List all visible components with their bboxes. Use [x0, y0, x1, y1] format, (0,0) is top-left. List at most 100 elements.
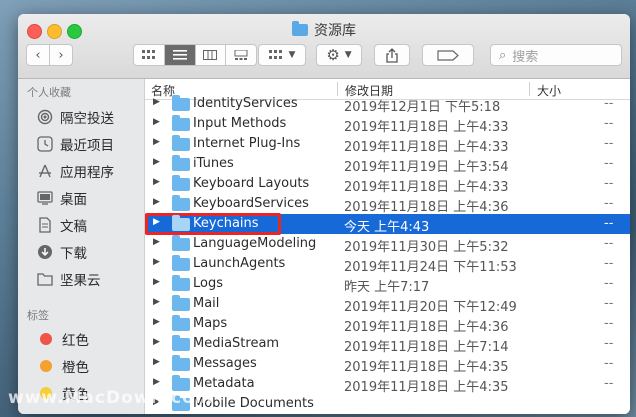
file-date: 2019年11月19日 上午3:54	[344, 160, 509, 175]
sidebar-item-label: 文稿	[60, 219, 87, 235]
folder-icon	[36, 270, 54, 288]
favorites-heading: 个人收藏	[27, 86, 71, 99]
folder-icon	[172, 215, 190, 231]
chevron-down-icon: ▼	[344, 50, 352, 60]
file-row[interactable]: ▶ IdentityServices 2019年12月1日 下午5:18 --	[145, 94, 630, 115]
disclosure-triangle-icon[interactable]: ▶	[153, 337, 160, 347]
gallery-view-button[interactable]	[226, 45, 256, 65]
disclosure-triangle-icon[interactable]: ▶	[153, 377, 160, 387]
title-bar: 资源库 ‹ › ▼ ⚙ ▼ ⌕ 搜索	[18, 14, 630, 79]
file-row[interactable]: ▶ LanguageModeling 2019年11月30日 上午5:32 --	[145, 234, 630, 255]
file-size: --	[604, 236, 614, 251]
sidebar-item-label: 最近项目	[60, 138, 114, 154]
sidebar-item-applications[interactable]: 应用程序	[36, 160, 114, 182]
file-row[interactable]: ▶ Logs 昨天 上午7:17 --	[145, 274, 630, 295]
sidebar-item-label: 下载	[60, 246, 87, 262]
disclosure-triangle-icon[interactable]: ▶	[153, 117, 160, 127]
file-row[interactable]: ▶ Metadata 2019年11月18日 上午4:35 --	[145, 374, 630, 395]
file-row[interactable]: ▶ iTunes 2019年11月19日 上午3:54 --	[145, 154, 630, 175]
group-grid-icon	[268, 50, 282, 59]
disclosure-triangle-icon[interactable]: ▶	[153, 97, 160, 107]
disclosure-triangle-icon[interactable]: ▶	[153, 317, 160, 327]
sidebar-tag-orange[interactable]: 橙色	[36, 355, 89, 377]
file-row[interactable]: ▶ LaunchAgents 2019年11月24日 下午11:53 --	[145, 254, 630, 275]
tag-button[interactable]	[422, 44, 474, 66]
sidebar-tag-red[interactable]: 红色	[36, 328, 89, 350]
file-name: iTunes	[193, 156, 234, 171]
sidebar-item-airdrop[interactable]: 隔空投送	[36, 106, 114, 128]
share-icon	[386, 47, 398, 63]
file-row[interactable]: ▶ Messages 2019年11月18日 上午4:35 --	[145, 354, 630, 375]
file-date: 2019年11月18日 上午4:33	[344, 120, 509, 135]
disclosure-triangle-icon[interactable]: ▶	[153, 277, 160, 287]
folder-icon	[172, 135, 190, 151]
disclosure-triangle-icon[interactable]: ▶	[153, 257, 160, 267]
view-mode-group	[133, 44, 257, 66]
icon-view-button[interactable]	[134, 45, 165, 65]
file-name: IdentityServices	[193, 96, 298, 111]
file-size: --	[604, 336, 614, 351]
list-lines-icon	[172, 50, 187, 60]
file-row[interactable]: ▶ Input Methods 2019年11月18日 上午4:33 --	[145, 114, 630, 135]
sidebar-item-downloads[interactable]: 下载	[36, 241, 87, 263]
file-date: 2019年11月18日 上午4:33	[344, 180, 509, 195]
file-name: LanguageModeling	[193, 236, 317, 251]
tags-heading: 标签	[27, 309, 49, 322]
file-size: --	[604, 176, 614, 191]
sidebar-item-nutstore[interactable]: 坚果云	[36, 268, 101, 290]
chevron-right-icon: ›	[58, 47, 64, 63]
search-placeholder: 搜索	[512, 49, 539, 65]
file-row[interactable]: ▶ Mail 2019年11月20日 下午12:49 --	[145, 294, 630, 315]
sidebar-item-label: 应用程序	[60, 165, 114, 181]
arrange-button[interactable]: ▼	[258, 44, 306, 66]
search-icon: ⌕	[499, 47, 507, 63]
sidebar-item-label: 坚果云	[60, 273, 101, 289]
disclosure-triangle-icon[interactable]: ▶	[153, 217, 160, 227]
file-size: --	[604, 136, 614, 151]
disclosure-triangle-icon[interactable]: ▶	[153, 297, 160, 307]
column-view-button[interactable]	[196, 45, 227, 65]
forward-button[interactable]: ›	[49, 44, 73, 66]
file-row[interactable]: ▶ MediaStream 2019年11月18日 上午7:14 --	[145, 334, 630, 355]
file-name: Keyboard Layouts	[193, 176, 310, 191]
disclosure-triangle-icon[interactable]: ▶	[153, 237, 160, 247]
sidebar-item-recents[interactable]: 最近项目	[36, 133, 114, 155]
disclosure-triangle-icon[interactable]: ▶	[153, 137, 160, 147]
back-button[interactable]: ‹	[26, 44, 50, 66]
search-field[interactable]: ⌕ 搜索	[490, 44, 622, 66]
file-size: --	[604, 96, 614, 111]
sidebar-item-desktop[interactable]: 桌面	[36, 187, 87, 209]
disclosure-triangle-icon[interactable]: ▶	[153, 357, 160, 367]
window-title-text: 资源库	[314, 23, 356, 39]
file-date: 2019年11月18日 上午4:33	[344, 140, 509, 155]
file-size: --	[604, 276, 614, 291]
file-date: 2019年11月18日 上午4:35	[344, 360, 509, 375]
disclosure-triangle-icon[interactable]: ▶	[153, 177, 160, 187]
sidebar-item-label: 橙色	[62, 360, 89, 376]
disclosure-triangle-icon[interactable]: ▶	[153, 197, 160, 207]
folder-icon	[172, 355, 190, 371]
file-row[interactable]: ▶ Maps 2019年11月18日 上午4:36 --	[145, 314, 630, 335]
file-row[interactable]: ▶ Keyboard Layouts 2019年11月18日 上午4:33 --	[145, 174, 630, 195]
file-name: KeyboardServices	[193, 196, 309, 211]
action-button[interactable]: ⚙ ▼	[316, 44, 362, 66]
share-button[interactable]	[374, 44, 410, 66]
folder-icon	[172, 175, 190, 191]
file-date: 2019年11月18日 上午4:36	[344, 320, 509, 335]
file-date: 2019年11月18日 上午4:35	[344, 380, 509, 395]
watermark: www.MacDown.com	[8, 388, 214, 408]
disclosure-triangle-icon[interactable]: ▶	[153, 157, 160, 167]
file-row-selected[interactable]: ▶ Keychains 今天 上午4:43 --	[145, 213, 630, 235]
file-name: Logs	[193, 276, 223, 291]
file-list: 名称 修改日期 大小 ▶ IdentityServices 2019年12月1日…	[145, 79, 630, 414]
icon-grid-icon	[141, 50, 155, 59]
desktop-icon	[36, 189, 54, 207]
file-row[interactable]: ▶ Internet Plug-Ins 2019年11月18日 上午4:33 -…	[145, 134, 630, 155]
file-name: LaunchAgents	[193, 256, 286, 271]
file-row[interactable]: ▶ Mobile Documents	[145, 394, 630, 414]
sidebar-item-documents[interactable]: 文稿	[36, 214, 87, 236]
list-view-button[interactable]	[164, 45, 196, 65]
file-row[interactable]: ▶ KeyboardServices 2019年11月18日 上午4:36 --	[145, 194, 630, 215]
chevron-left-icon: ‹	[35, 47, 41, 63]
folder-icon	[172, 95, 190, 111]
